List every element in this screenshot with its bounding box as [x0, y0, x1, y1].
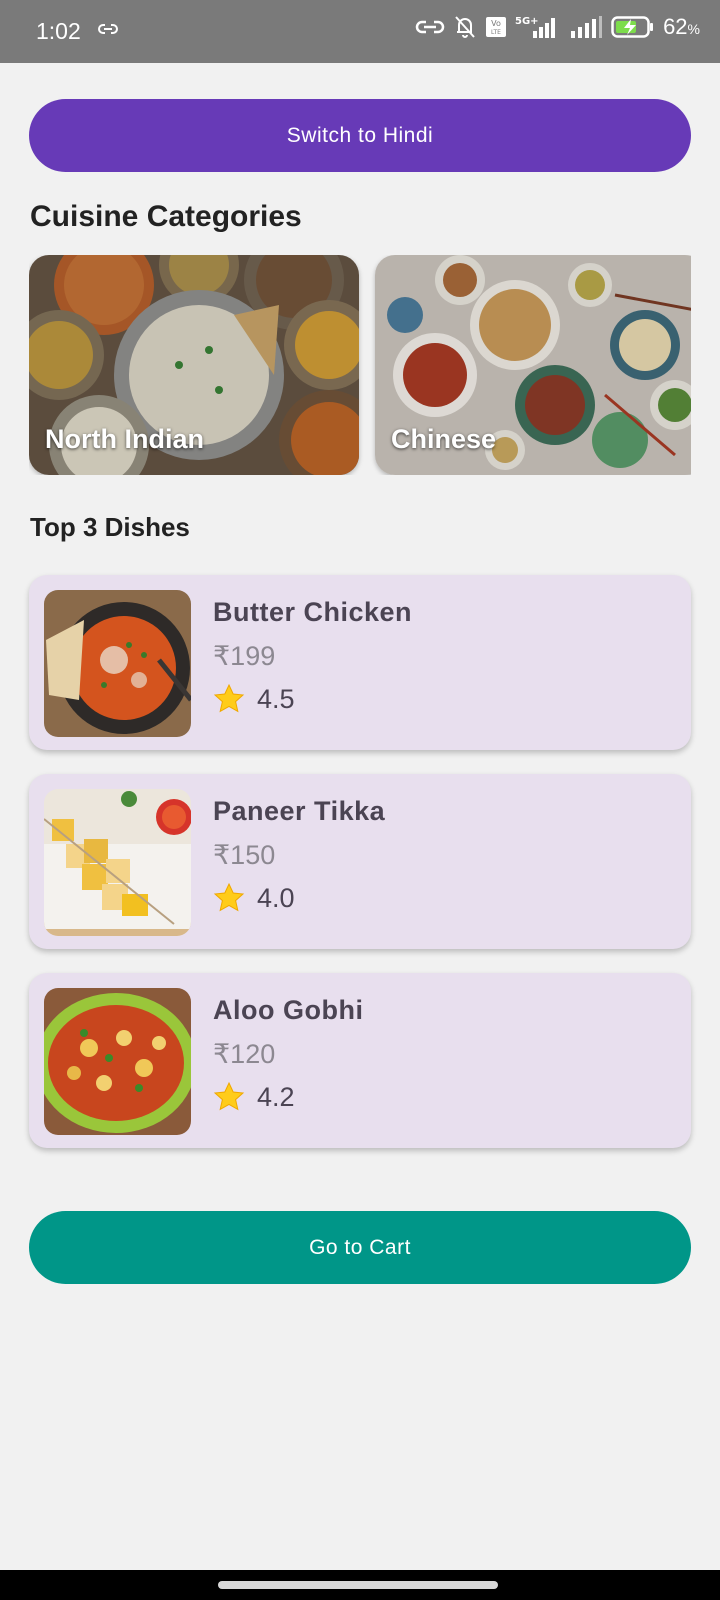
star-icon — [213, 882, 245, 912]
battery-charging-icon — [611, 15, 655, 39]
switch-language-button[interactable]: Switch to Hindi — [29, 99, 691, 172]
category-card-chinese[interactable]: Chinese — [375, 255, 691, 475]
dish-rating: 4.5 — [213, 683, 295, 715]
dish-card-aloo-gobhi[interactable]: Aloo Gobhi ₹120 4.2 — [29, 973, 691, 1148]
notifications-off-icon — [453, 14, 477, 40]
category-card-north-indian[interactable]: North Indian — [29, 255, 359, 475]
system-nav-bar — [0, 1570, 720, 1600]
butter-chicken-image — [44, 590, 191, 737]
paneer-tikka-image — [44, 789, 191, 936]
volte-icon: Vo LTE — [485, 16, 507, 38]
top-dishes-title: Top 3 Dishes — [30, 512, 190, 542]
dish-rating: 4.0 — [213, 882, 295, 914]
go-to-cart-button[interactable]: Go to Cart — [29, 1211, 691, 1284]
signal-5g-icon: 5G+ — [515, 14, 561, 40]
home-gesture-handle[interactable] — [218, 1581, 498, 1589]
status-bar: 1:02 Vo LTE 5G+ 62% — [0, 0, 720, 63]
dish-price: ₹199 — [213, 641, 276, 671]
categories-title: Cuisine Categories — [30, 200, 302, 233]
link-icon — [98, 22, 118, 41]
rating-value: 4.5 — [257, 683, 295, 714]
aloo-gobhi-image — [44, 988, 191, 1135]
hotspot-icon — [415, 16, 445, 38]
category-label: Chinese — [391, 424, 497, 454]
dish-price: ₹150 — [213, 840, 276, 870]
dish-card-butter-chicken[interactable]: Butter Chicken ₹199 4.5 — [29, 575, 691, 750]
star-icon — [213, 1081, 245, 1111]
signal-icon — [569, 15, 603, 39]
rating-value: 4.0 — [257, 882, 295, 913]
star-icon — [213, 683, 245, 713]
dish-card-paneer-tikka[interactable]: Paneer Tikka ₹150 4.0 — [29, 774, 691, 949]
network-label: 5G+ — [515, 16, 539, 27]
svg-text:LTE: LTE — [491, 29, 501, 36]
svg-text:Vo: Vo — [491, 19, 501, 28]
dish-name: Butter Chicken — [213, 597, 413, 627]
dish-price: ₹120 — [213, 1039, 276, 1069]
dish-rating: 4.2 — [213, 1081, 295, 1113]
category-label: North Indian — [45, 424, 204, 454]
rating-value: 4.2 — [257, 1081, 295, 1112]
battery-percent: 62% — [663, 14, 700, 39]
category-carousel[interactable]: North Indian Chinese — [29, 255, 691, 475]
dish-name: Aloo Gobhi — [213, 995, 364, 1025]
dish-name: Paneer Tikka — [213, 796, 386, 826]
status-time: 1:02 — [36, 18, 81, 44]
